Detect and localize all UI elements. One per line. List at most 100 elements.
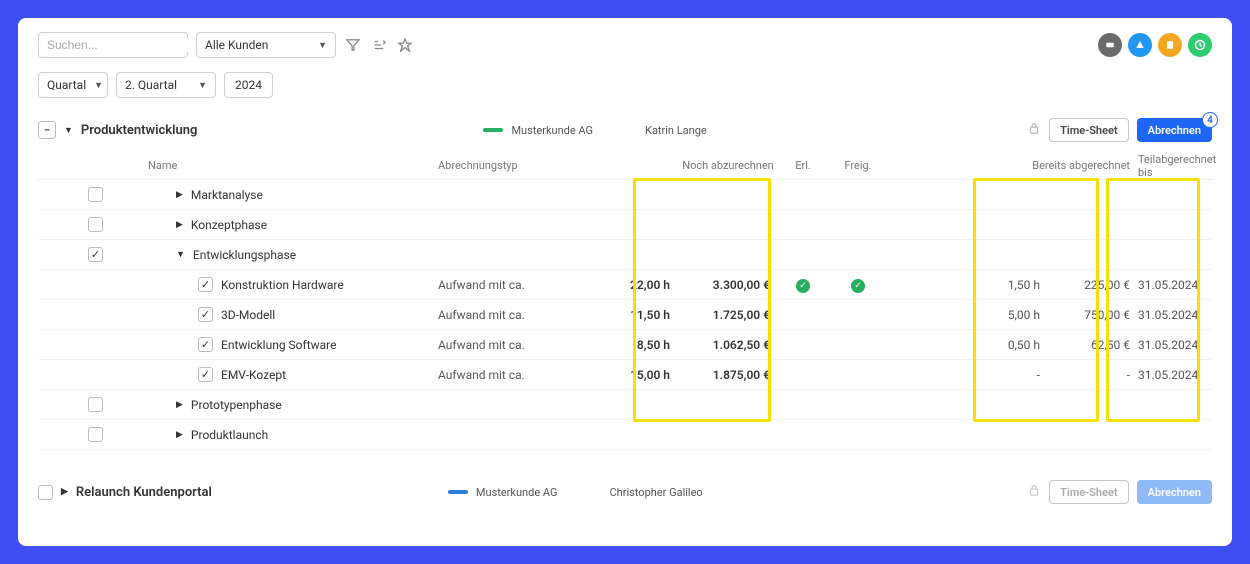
item-amount: 1.875,00 €	[678, 368, 778, 382]
period-unit-label: Quartal	[47, 78, 86, 92]
project-name: Produktentwicklung	[81, 123, 198, 138]
period-year-label: 2024	[235, 78, 262, 92]
row-checkbox[interactable]	[88, 187, 103, 202]
item-amount: 1.062,50 €	[678, 338, 778, 352]
item-name: Konstruktion Hardware	[221, 278, 344, 292]
search-input[interactable]	[47, 38, 202, 52]
item-hours: 8,50 h	[598, 338, 678, 352]
collapse-all-toggle[interactable]: −	[38, 121, 56, 139]
item-billingtype: Aufwand mit ca.	[438, 338, 598, 352]
lock-icon	[1027, 121, 1041, 139]
bill-button-badge: 4	[1202, 112, 1218, 128]
filter-icon[interactable]	[344, 36, 362, 54]
project2-client: Musterkunde AG	[476, 486, 558, 499]
item-hours: 22,00 h	[598, 278, 678, 292]
customer-filter-dropdown[interactable]: Alle Kunden ▼	[196, 32, 336, 58]
nav-notify-button[interactable]	[1128, 33, 1152, 57]
item-partbilled-date: 31.05.2024	[1138, 338, 1222, 352]
col-billingtype: Abrechnungstyp	[438, 159, 598, 172]
item-partbilled-date: 31.05.2024	[1138, 278, 1222, 292]
col-name: Name	[148, 159, 438, 172]
item-name: EMV-Kozept	[221, 368, 286, 382]
timesheet-button[interactable]: Time-Sheet	[1049, 480, 1129, 504]
table-row: 3D-Modell Aufwand mit ca. 11,50 h 1.725,…	[38, 300, 1212, 330]
project-color-bar	[483, 128, 503, 132]
row-disclose[interactable]: ▶	[176, 190, 183, 200]
row-checkbox[interactable]	[198, 337, 213, 352]
bill-button[interactable]: Abrechnen 4	[1137, 118, 1212, 142]
col-partbilled: Teilabgerechnet bis	[1138, 153, 1222, 179]
row-label: Produktlaunch	[191, 428, 268, 442]
project-owner: Katrin Lange	[645, 124, 707, 137]
nav-overview-button[interactable]	[1098, 33, 1122, 57]
status-ok-icon: ✓	[851, 279, 865, 293]
nav-notes-button[interactable]	[1158, 33, 1182, 57]
row-checkbox[interactable]	[198, 307, 213, 322]
star-icon[interactable]	[396, 36, 414, 54]
item-billed-eur: 750,00 €	[1048, 308, 1138, 322]
nav-time-button[interactable]	[1188, 33, 1212, 57]
item-billed-h: 5,00 h	[968, 308, 1048, 322]
item-billed-eur: -	[1048, 368, 1138, 382]
row-disclose[interactable]: ▶	[176, 430, 183, 440]
item-billed-h: 0,50 h	[968, 338, 1048, 352]
item-partbilled-date: 31.05.2024	[1138, 368, 1222, 382]
item-billed-h: 1,50 h	[968, 278, 1048, 292]
row-checkbox[interactable]	[88, 247, 103, 262]
item-billed-eur: 62,50 €	[1048, 338, 1138, 352]
row-checkbox[interactable]	[88, 397, 103, 412]
col-billed: Bereits abgerechnet	[968, 159, 1138, 172]
item-amount: 3.300,00 €	[678, 278, 778, 292]
item-billed-eur: 225,00 €	[1048, 278, 1138, 292]
item-amount: 1.725,00 €	[678, 308, 778, 322]
item-hours: 15,00 h	[598, 368, 678, 382]
period-unit-dropdown[interactable]: Quartal ▼	[38, 72, 108, 98]
row-checkbox[interactable]	[198, 367, 213, 382]
customer-filter-label: Alle Kunden	[205, 38, 268, 52]
item-billingtype: Aufwand mit ca.	[438, 278, 598, 292]
chevron-down-icon: ▼	[318, 40, 327, 51]
period-year[interactable]: 2024	[224, 72, 273, 98]
item-freig: ✓	[828, 277, 888, 293]
lock-icon	[1027, 483, 1041, 501]
table-row: Konstruktion Hardware Aufwand mit ca. 22…	[38, 270, 1212, 300]
chevron-down-icon: ▼	[198, 80, 207, 91]
col-tobill: Noch abzurechnen	[678, 159, 778, 172]
row-disclose[interactable]: ▶	[176, 400, 183, 410]
item-name: Entwicklung Software	[221, 338, 336, 352]
table-row: EMV-Kozept Aufwand mit ca. 15,00 h 1.875…	[38, 360, 1212, 390]
status-ok-icon: ✓	[796, 279, 810, 293]
item-erl: ✓	[778, 277, 828, 293]
row-disclose[interactable]: ▶	[176, 220, 183, 230]
project2-checkbox[interactable]	[38, 485, 53, 500]
item-partbilled-date: 31.05.2024	[1138, 308, 1222, 322]
row-checkbox[interactable]	[88, 427, 103, 442]
project-disclose[interactable]: ▶	[61, 487, 68, 497]
timesheet-button[interactable]: Time-Sheet	[1049, 118, 1129, 142]
project-color-bar	[448, 490, 468, 494]
project-disclose[interactable]: ▼	[64, 125, 73, 136]
col-freig: Freig.	[828, 159, 888, 172]
period-value-dropdown[interactable]: 2. Quartal ▼	[116, 72, 216, 98]
row-checkbox[interactable]	[198, 277, 213, 292]
bill-button-disabled[interactable]: Abrechnen	[1137, 480, 1212, 504]
sort-icon[interactable]	[370, 36, 388, 54]
period-value-label: 2. Quartal	[125, 78, 177, 92]
item-name: 3D-Modell	[221, 308, 275, 322]
bill-button-label: Abrechnen	[1148, 124, 1201, 137]
item-billingtype: Aufwand mit ca.	[438, 308, 598, 322]
row-label: Konzeptphase	[191, 218, 267, 232]
row-disclose[interactable]: ▼	[176, 249, 185, 260]
chevron-down-icon: ▼	[94, 80, 103, 91]
row-label: Marktanalyse	[191, 188, 263, 202]
item-billed-h: -	[968, 368, 1048, 382]
item-hours: 11,50 h	[598, 308, 678, 322]
row-label: Entwicklungsphase	[193, 248, 296, 262]
item-billingtype: Aufwand mit ca.	[438, 368, 598, 382]
row-label: Prototypenphase	[191, 398, 282, 412]
search-input-wrap[interactable]	[38, 32, 188, 58]
project2-owner: Christopher Galileo	[610, 486, 703, 499]
row-checkbox[interactable]	[88, 217, 103, 232]
project-client: Musterkunde AG	[511, 124, 593, 137]
table-row: Entwicklung Software Aufwand mit ca. 8,5…	[38, 330, 1212, 360]
